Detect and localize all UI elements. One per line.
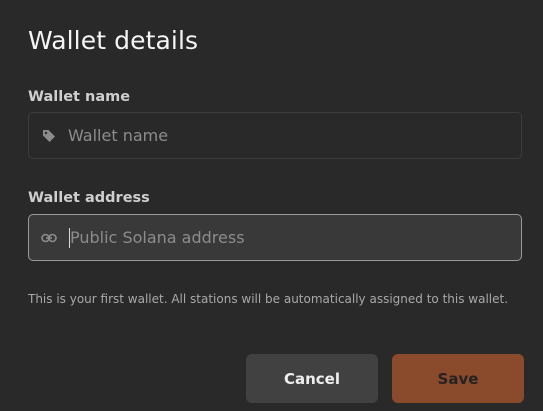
helper-text: This is your first wallet. All stations … (28, 292, 509, 306)
wallet-name-label: Wallet name (28, 89, 131, 105)
wallet-details-dialog: Wallet details Wallet name Wallet addres… (0, 0, 543, 411)
wallet-address-input[interactable] (70, 215, 521, 260)
wallet-name-input[interactable] (68, 113, 521, 158)
dialog-title: Wallet details (28, 26, 199, 55)
tag-icon (29, 129, 69, 143)
wallet-name-field[interactable] (28, 112, 522, 159)
wallet-address-label: Wallet address (28, 190, 150, 206)
save-button[interactable]: Save (392, 354, 524, 403)
cancel-button[interactable]: Cancel (246, 354, 378, 403)
wallet-address-field[interactable] (28, 214, 522, 261)
link-icon (29, 233, 69, 243)
